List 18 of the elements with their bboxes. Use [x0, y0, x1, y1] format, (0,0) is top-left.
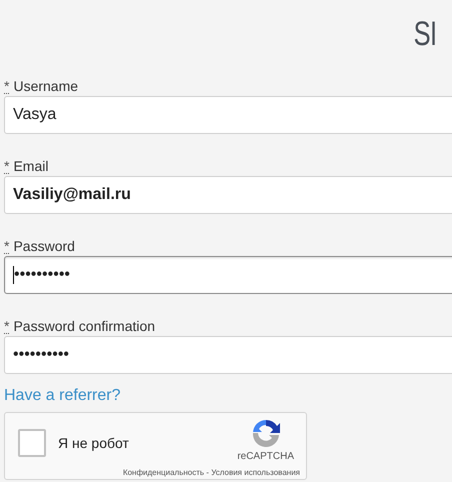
required-mark: * [4, 79, 10, 94]
input-field[interactable]: Vasiliy@mail.ru [4, 176, 452, 214]
required-mark: * [4, 159, 10, 174]
field-label: Username [13, 78, 78, 94]
page-heading: SI [413, 14, 436, 55]
captcha-footer: Конфиденциальность - Условия использования [122, 468, 300, 477]
field-label: Password [13, 238, 75, 254]
field-label: Email [13, 158, 48, 174]
captcha-checkbox[interactable] [18, 429, 46, 457]
input-field[interactable]: Vasya [4, 96, 452, 134]
input-field[interactable]: •••••••••• [4, 336, 452, 374]
recaptcha-brand: reCAPTCHA [237, 451, 294, 463]
required-mark: * [4, 239, 10, 254]
captcha-label: Я не робот [58, 434, 129, 453]
required-mark: * [4, 319, 10, 334]
input-field[interactable]: •••••••••• [4, 256, 452, 294]
field-label: Password confirmation [13, 318, 156, 334]
text-cursor [13, 266, 14, 284]
